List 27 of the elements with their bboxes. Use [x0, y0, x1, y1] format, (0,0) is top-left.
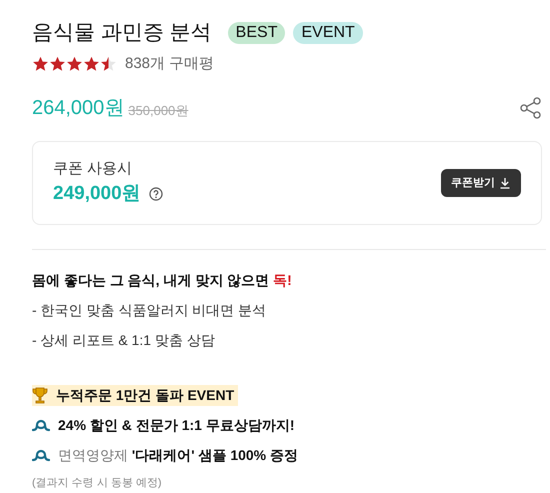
- star-icon: [83, 56, 100, 72]
- event-note: (결과지 수령 시 동봉 예정): [32, 476, 163, 491]
- feature-line: - 상세 리포트 & 1:1 맞춤 상담: [32, 331, 216, 350]
- event-line: 24% 할인 & 전문가 1:1 무료상담까지!: [58, 416, 294, 435]
- badge: EVENT: [293, 22, 363, 44]
- coupon-price: 249,000원: [53, 182, 141, 206]
- product-title: 음식물 과민증 분석: [32, 20, 212, 46]
- share-icon[interactable]: [520, 97, 542, 119]
- event-title: 누적주문 1만건 돌파 EVENT: [56, 386, 234, 405]
- star-icon: [100, 56, 117, 72]
- coupon-label: 쿠폰 사용시: [53, 158, 134, 178]
- star-icon: [49, 56, 66, 72]
- star-icon: [66, 56, 83, 72]
- loop-icon: [32, 448, 50, 462]
- badge: BEST: [228, 22, 286, 44]
- feature-line: - 한국인 맞춤 식품알러지 비대면 분석: [32, 301, 268, 320]
- star-icon: [32, 56, 49, 72]
- event-line: 면역영양제 '다래케어' 샘플 100% 증정: [58, 446, 298, 465]
- coupon-download-button[interactable]: 쿠폰받기: [441, 169, 521, 197]
- headline: 몸에 좋다는 그 음식, 내게 맞지 않으면 독!: [32, 271, 293, 290]
- trophy-icon: [32, 387, 48, 404]
- sale-price: 264,000원: [32, 96, 124, 121]
- review-count: 838개 구매평: [125, 54, 214, 74]
- download-icon: [499, 177, 511, 189]
- help-icon[interactable]: [148, 187, 163, 202]
- loop-icon: [32, 418, 50, 432]
- original-price: 350,000원: [128, 102, 188, 120]
